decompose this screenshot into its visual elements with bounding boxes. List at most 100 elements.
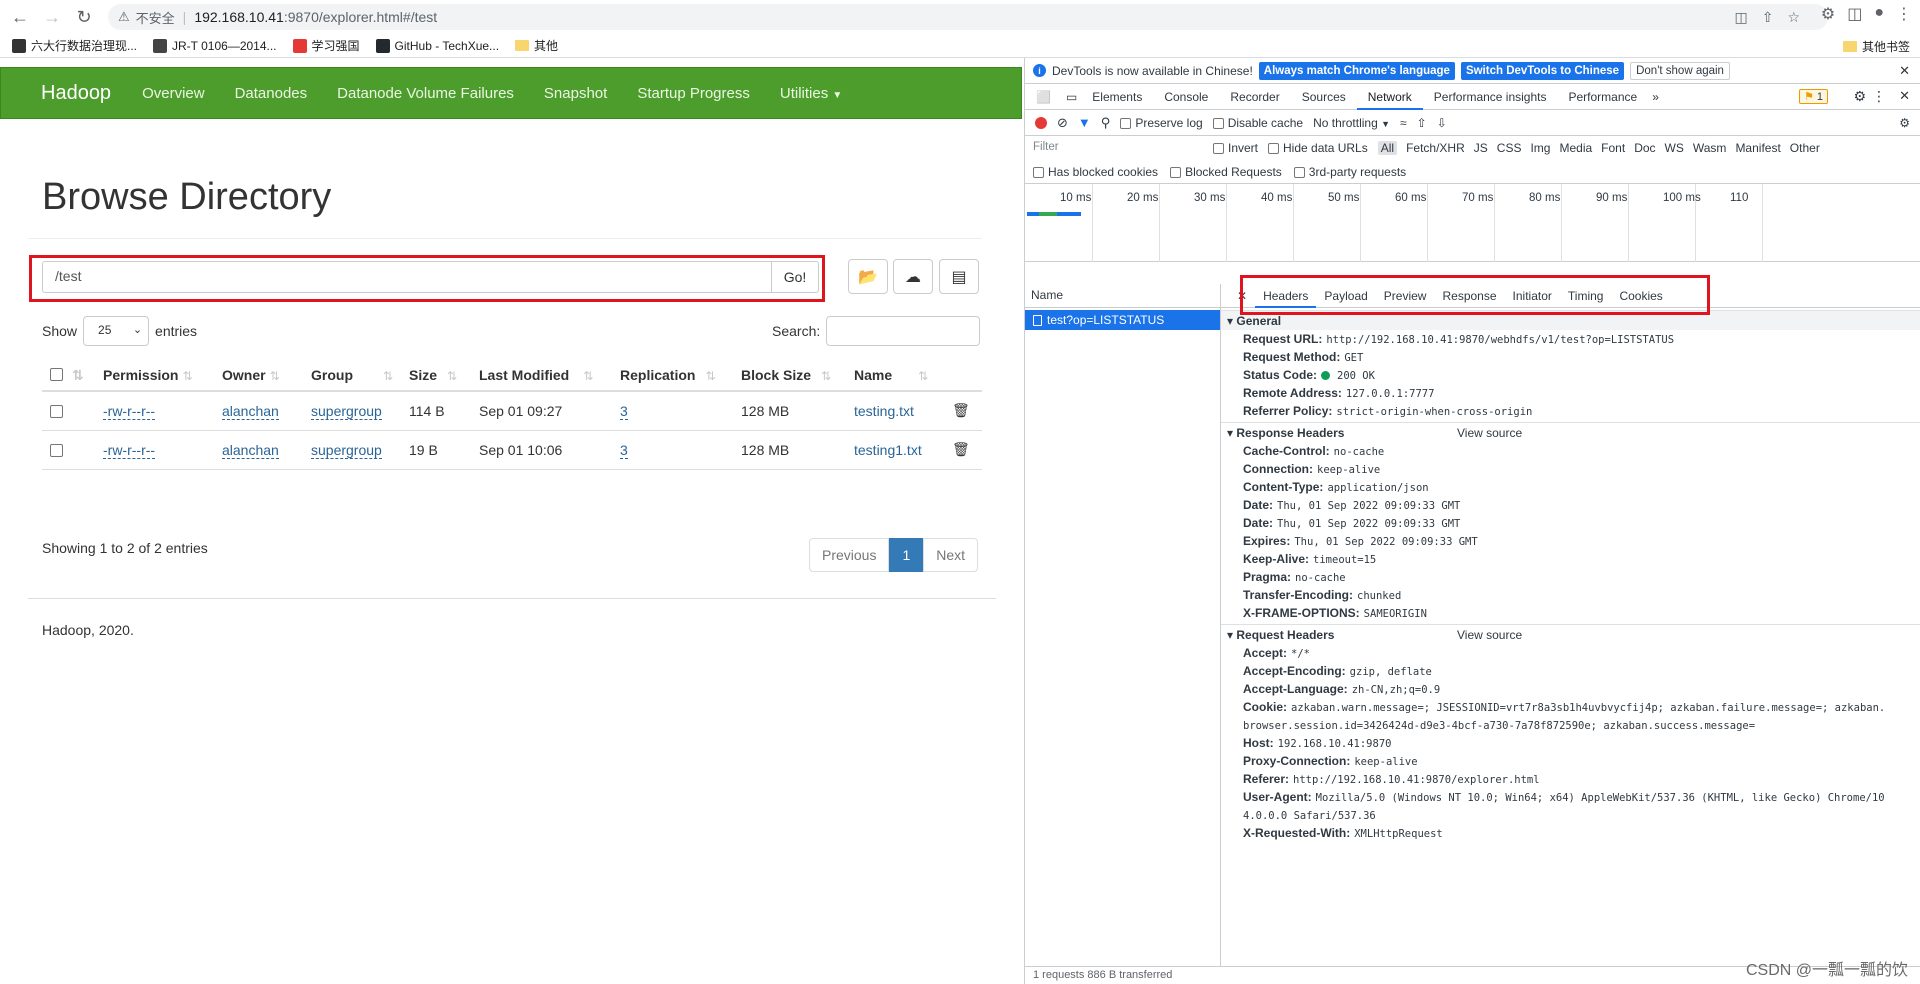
col-replication[interactable]: Replication ⇅ [620,367,716,383]
trash-icon[interactable]: 🗑 [952,402,970,419]
inspect-element-icon[interactable]: ⬜ [1025,84,1062,110]
reload-icon[interactable]: ↻ [72,5,96,29]
filter-css[interactable]: CSS [1497,141,1522,155]
network-settings-icon[interactable]: ⚙ [1899,116,1910,130]
directory-path-input[interactable]: /test [42,261,772,293]
filter-ws[interactable]: WS [1665,141,1684,155]
filter-all[interactable]: All [1377,141,1398,155]
other-bookmarks[interactable]: 其他书签 [1842,38,1910,55]
view-source-link[interactable]: View source [1457,423,1522,443]
view-source-link[interactable]: View source [1457,625,1522,645]
trash-icon[interactable]: 🗑 [952,441,970,458]
select-all-checkbox[interactable] [50,368,63,381]
more-tabs-icon[interactable]: » [1648,84,1663,110]
bookmark-item[interactable]: GitHub - TechXue... [375,38,499,53]
tab-sources[interactable]: Sources [1291,84,1357,110]
col-block-size[interactable]: Block Size ⇅ [741,367,831,383]
blocked-requests-checkbox[interactable] [1170,166,1182,178]
dont-show-again-button[interactable]: Don't show again [1630,61,1730,80]
nav-startup-progress[interactable]: Startup Progress [637,85,750,102]
throttling-select[interactable]: No throttling ▼ [1313,116,1390,130]
next-page-button[interactable]: Next [923,538,979,572]
clear-icon[interactable]: ⊘ [1057,115,1068,131]
bookmark-star-icon[interactable]: ☆ [1787,9,1800,26]
entries-select[interactable]: 25 ⌄ [83,316,150,346]
nav-overview[interactable]: Overview [142,85,205,102]
search-icon[interactable]: ⚲ [1101,115,1111,131]
network-conditions-icon[interactable]: ≈ [1400,116,1407,130]
filter-funnel-icon[interactable]: ▼ [1078,115,1091,130]
filter-input[interactable]: Filter [1033,139,1203,157]
go-button[interactable]: Go! [771,261,819,293]
col-permission[interactable]: Permission ⇅ [103,367,193,383]
col-name[interactable]: Name ⇅ [854,367,928,383]
filter-img[interactable]: Img [1530,141,1550,155]
settings-gear-icon[interactable]: ⚙ [1853,88,1866,105]
tab-network[interactable]: Network [1356,84,1423,110]
filter-font[interactable]: Font [1601,141,1625,155]
table-row[interactable]: -rw-r--r-- alanchan supergroup 114 B Sep… [42,392,982,431]
permission-link[interactable]: -rw-r--r-- [103,442,156,459]
blocked-requests-toggle[interactable]: Blocked Requests [1170,165,1282,179]
search-input[interactable] [826,316,981,346]
import-har-icon[interactable]: ⇧ [1417,116,1427,130]
request-row[interactable]: test?op=LISTSTATUS [1025,310,1220,330]
close-devtools-icon[interactable]: ✕ [1899,88,1910,104]
filter-doc[interactable]: Doc [1634,141,1655,155]
match-language-button[interactable]: Always match Chrome's language [1258,61,1455,80]
row-checkbox[interactable] [50,444,63,457]
translate-icon[interactable]: ◫ [1734,9,1747,26]
issues-badge[interactable]: ⚑ 1 [1798,89,1828,104]
tab-console[interactable]: Console [1153,84,1219,110]
file-name-link[interactable]: testing1.txt [854,442,922,458]
side-panel-icon[interactable]: ◫ [1847,4,1862,24]
replication-link[interactable]: 3 [620,403,628,420]
bookmark-item[interactable]: 其他 [515,37,558,54]
third-party-checkbox[interactable] [1293,166,1305,178]
upload-button[interactable]: ☁ [893,259,933,294]
previous-page-button[interactable]: Previous [809,538,890,572]
network-overview-timeline[interactable]: 10 ms 20 ms 30 ms 40 ms 50 ms 60 ms 70 ms 80 ms… [1025,184,1920,262]
col-owner[interactable]: Owner ⇅ [222,367,280,383]
record-icon[interactable] [1035,116,1047,129]
owner-link[interactable]: alanchan [222,403,279,420]
filter-media[interactable]: Media [1559,141,1592,155]
request-headers-section-header[interactable]: ▾ Request Headers View source [1221,624,1920,644]
preserve-log-toggle[interactable]: Preserve log [1120,116,1203,130]
nav-volume-failures[interactable]: Datanode Volume Failures [337,85,514,102]
bookmark-item[interactable]: 学习强国 [292,37,360,54]
filter-wasm[interactable]: Wasm [1693,141,1727,155]
back-arrow-icon[interactable]: ← [8,5,32,29]
more-menu-icon[interactable]: ⋮ [1872,88,1886,105]
table-row[interactable]: -rw-r--r-- alanchan supergroup 19 B Sep … [42,431,982,470]
filter-fetch-xhr[interactable]: Fetch/XHR [1406,141,1465,155]
invert-checkbox[interactable] [1213,143,1224,155]
third-party-toggle[interactable]: 3rd-party requests [1293,165,1406,179]
owner-link[interactable]: alanchan [222,442,279,459]
page-1-button[interactable]: 1 [889,538,924,572]
filter-other[interactable]: Other [1790,141,1820,155]
nav-utilities[interactable]: Utilities ▼ [780,85,842,102]
file-name-link[interactable]: testing.txt [854,403,914,419]
nav-datanodes[interactable]: Datanodes [235,85,308,102]
group-link[interactable]: supergroup [311,403,382,420]
tab-performance-insights[interactable]: Performance insights [1423,84,1558,110]
tab-performance[interactable]: Performance [1557,84,1648,110]
bookmark-item[interactable]: JR-T 0106—2014... [153,38,277,53]
filter-manifest[interactable]: Manifest [1735,141,1780,155]
col-group[interactable]: Group ⇅ [311,367,393,383]
tab-elements[interactable]: Elements [1081,84,1153,110]
hide-data-urls-toggle[interactable]: Hide data URLs [1268,141,1368,155]
brand-link[interactable]: Hadoop [41,82,111,105]
row-checkbox[interactable] [50,405,63,418]
more-menu-icon[interactable]: ⋮ [1896,4,1912,24]
blocked-cookies-toggle[interactable]: Has blocked cookies [1033,165,1158,179]
preserve-log-checkbox[interactable] [1120,117,1132,129]
forward-arrow-icon[interactable]: → [40,5,64,29]
tab-recorder[interactable]: Recorder [1219,84,1290,110]
invert-toggle[interactable]: Invert [1213,141,1258,155]
hide-data-urls-checkbox[interactable] [1268,143,1280,155]
disable-cache-checkbox[interactable] [1212,117,1224,129]
name-column-header[interactable]: Name [1025,284,1220,308]
switch-chinese-button[interactable]: Switch DevTools to Chinese [1460,61,1625,80]
